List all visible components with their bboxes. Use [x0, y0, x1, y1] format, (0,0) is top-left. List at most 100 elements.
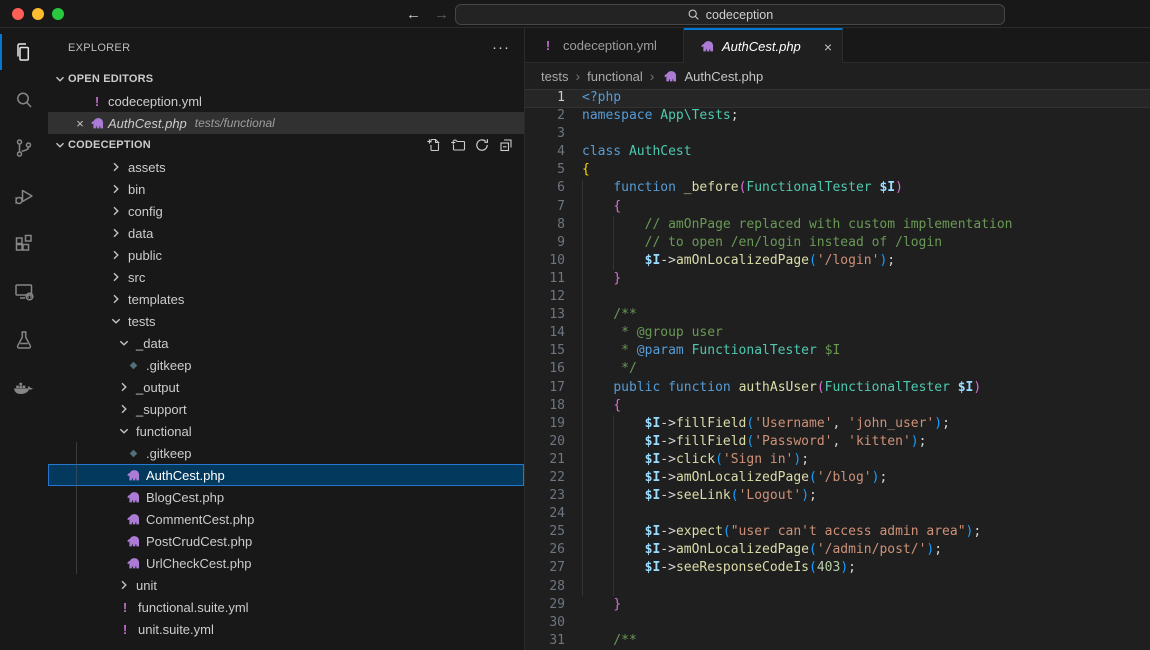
tree-item-templates[interactable]: templates	[48, 288, 524, 310]
php-elephant-icon	[124, 534, 142, 549]
tree-item-functional[interactable]: functional	[48, 420, 524, 442]
code-line-text: $I->amOnLocalizedPage('/blog');	[565, 469, 887, 487]
tree-item-label: _support	[136, 402, 187, 417]
code-line: 18 {	[525, 397, 1150, 415]
new-folder-button[interactable]	[450, 137, 466, 153]
close-window-button[interactable]	[12, 8, 24, 20]
line-number: 16	[525, 360, 565, 378]
code-line-text: $I->amOnLocalizedPage('/admin/post/');	[565, 541, 942, 559]
code-line: 7 {	[525, 198, 1150, 216]
explorer-sidebar: EXPLORER ··· OPEN EDITORS !codeception.y…	[48, 28, 525, 650]
tree-item-assets[interactable]: assets	[48, 156, 524, 178]
search-icon	[687, 8, 700, 21]
code-line: 26 $I->amOnLocalizedPage('/admin/post/')…	[525, 541, 1150, 559]
activity-explorer-icon[interactable]	[0, 28, 48, 76]
activity-source-control-icon[interactable]	[0, 124, 48, 172]
tree-item-data[interactable]: data	[48, 222, 524, 244]
collapse-all-button[interactable]	[498, 137, 514, 153]
tree-item-unit-suite-yml[interactable]: !unit.suite.yml	[48, 618, 524, 640]
tree-item--support[interactable]: _support	[48, 398, 524, 420]
tree-item-config[interactable]: config	[48, 200, 524, 222]
tree-item-label: functional	[136, 424, 192, 439]
code-line-text	[565, 614, 582, 632]
refresh-button[interactable]	[474, 137, 490, 153]
tree-item-label: BlogCest.php	[146, 490, 224, 505]
tree-item-bin[interactable]: bin	[48, 178, 524, 200]
chevron-right-icon	[116, 379, 132, 395]
open-editors-section-header[interactable]: OPEN EDITORS	[48, 68, 524, 90]
code-line: 9 // to open /en/login instead of /login	[525, 234, 1150, 252]
tree-item-label: .gitkeep	[146, 358, 192, 373]
breadcrumb-item-authcest-php[interactable]: AuthCest.php	[661, 69, 763, 84]
breadcrumb-separator-icon: ›	[650, 68, 655, 84]
line-number: 29	[525, 596, 565, 614]
code-line-text: $I->seeLink('Logout');	[565, 487, 817, 505]
tree-item--gitkeep[interactable]: .gitkeep	[48, 442, 524, 464]
breadcrumb-item-functional[interactable]: functional	[587, 69, 643, 84]
tree-item--data[interactable]: _data	[48, 332, 524, 354]
tree-item-tests[interactable]: tests	[48, 310, 524, 332]
activity-testing-icon[interactable]	[0, 316, 48, 364]
breadcrumb-item-tests[interactable]: tests	[541, 69, 568, 84]
tree-item-public[interactable]: public	[48, 244, 524, 266]
forward-arrow-icon[interactable]: →	[434, 6, 449, 23]
minimize-window-button[interactable]	[32, 8, 44, 20]
tree-item--output[interactable]: _output	[48, 376, 524, 398]
tree-item-label: functional.suite.yml	[138, 600, 249, 615]
open-editor-item[interactable]: ×AuthCest.phptests/functional	[48, 112, 524, 134]
git-file-icon	[124, 447, 142, 460]
activity-run-debug-icon[interactable]	[0, 172, 48, 220]
open-editors-label: OPEN EDITORS	[68, 73, 153, 85]
tree-item-postcrudcest-php[interactable]: PostCrudCest.php	[48, 530, 524, 552]
code-line-text: $I->seeResponseCodeIs(403);	[565, 559, 856, 577]
code-line: 14 * @group user	[525, 324, 1150, 342]
line-number: 25	[525, 523, 565, 541]
project-section-header[interactable]: CODECEPTION	[48, 134, 524, 156]
back-arrow-icon[interactable]: ←	[406, 6, 421, 23]
breadcrumb-label: functional	[587, 69, 643, 84]
tab-authcest-php[interactable]: AuthCest.php×	[684, 28, 843, 63]
open-editor-item[interactable]: !codeception.yml	[48, 90, 524, 112]
command-center-search[interactable]: codeception	[455, 4, 1005, 25]
tree-item-functional-suite-yml[interactable]: !functional.suite.yml	[48, 596, 524, 618]
code-line: 28	[525, 578, 1150, 596]
tree-item-authcest-php[interactable]: AuthCest.php	[48, 464, 524, 486]
close-tab-icon[interactable]: ×	[824, 40, 832, 54]
tab-codeception-yml[interactable]: !codeception.yml	[525, 28, 684, 63]
code-line: 20 $I->fillField('Password', 'kitten');	[525, 433, 1150, 451]
indent-guide	[76, 442, 77, 574]
chevron-down-icon	[116, 423, 132, 439]
line-number: 12	[525, 288, 565, 306]
line-number: 18	[525, 397, 565, 415]
code-line: 16 */	[525, 360, 1150, 378]
line-number: 20	[525, 433, 565, 451]
code-line-text: {	[565, 161, 590, 179]
code-line-text	[565, 288, 582, 306]
code-line: 27 $I->seeResponseCodeIs(403);	[525, 559, 1150, 577]
tree-item-src[interactable]: src	[48, 266, 524, 288]
chevron-down-icon	[52, 71, 68, 87]
code-editor[interactable]: 1<?php2namespace App\Tests;34class AuthC…	[525, 89, 1150, 650]
zoom-window-button[interactable]	[52, 8, 64, 20]
tree-item-unit[interactable]: unit	[48, 574, 524, 596]
code-line-text: // to open /en/login instead of /login	[565, 234, 942, 252]
tree-item-commentcest-php[interactable]: CommentCest.php	[48, 508, 524, 530]
tree-item-blogcest-php[interactable]: BlogCest.php	[48, 486, 524, 508]
activity-search-icon[interactable]	[0, 76, 48, 124]
activity-remote-explorer-icon[interactable]	[0, 268, 48, 316]
breadcrumb-label: AuthCest.php	[684, 69, 763, 84]
line-number: 28	[525, 578, 565, 596]
tree-item--gitkeep[interactable]: .gitkeep	[48, 354, 524, 376]
activity-docker-icon[interactable]	[0, 364, 48, 412]
tree-item-urlcheckcest-php[interactable]: UrlCheckCest.php	[48, 552, 524, 574]
code-line: 1<?php	[525, 89, 1150, 107]
sidebar-title: EXPLORER	[68, 42, 130, 54]
activity-extensions-icon[interactable]	[0, 220, 48, 268]
explorer-more-actions-button[interactable]: ···	[492, 43, 510, 53]
tree-item-label: _data	[136, 336, 169, 351]
new-file-button[interactable]	[426, 137, 442, 153]
tree-item-label: templates	[128, 292, 184, 307]
tree-item-label: config	[128, 204, 163, 219]
close-editor-icon[interactable]: ×	[72, 116, 88, 131]
code-line-text: /**	[565, 306, 637, 324]
